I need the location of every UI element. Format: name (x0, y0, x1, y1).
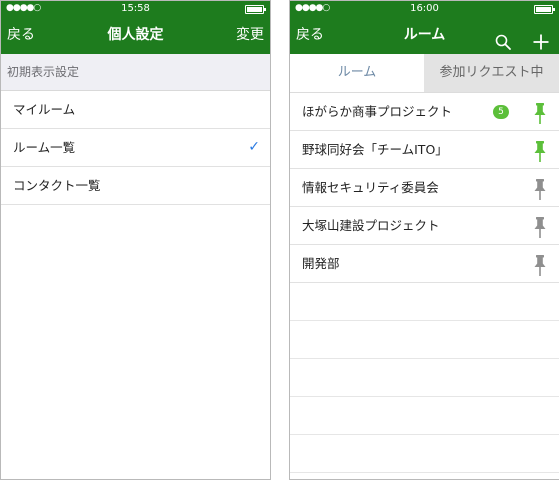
section-header: 初期表示設定 (1, 54, 270, 91)
option-label: コンタクト一覧 (13, 178, 101, 193)
page-title: ルーム (403, 27, 446, 43)
pin-icon[interactable] (533, 139, 547, 162)
empty-row (290, 435, 559, 473)
change-button[interactable]: 変更 (236, 16, 264, 54)
room-list-screen: ●●●●○ 16:00 戻る ルーム ルーム 参加リクエスト中 ほがらか商事プロ… (289, 0, 559, 480)
status-bar: ●●●●○ 15:58 (1, 1, 270, 16)
empty-row (290, 359, 559, 397)
room-name: ほがらか商事プロジェクト (302, 104, 453, 119)
option-row[interactable]: コンタクト一覧 (1, 167, 270, 205)
room-name: 情報セキュリティ委員会 (302, 180, 439, 195)
empty-row (290, 321, 559, 359)
room-name: 開発部 (302, 256, 340, 271)
tab-bar: ルーム 参加リクエスト中 (290, 54, 559, 93)
checkmark-icon: ✓ (248, 139, 260, 155)
option-label: ルーム一覧 (13, 140, 76, 155)
room-row[interactable]: ほがらか商事プロジェクト 5 (290, 93, 559, 131)
unread-badge: 5 (493, 105, 509, 119)
option-row[interactable]: マイルーム (1, 91, 270, 129)
back-button[interactable]: 戻る (7, 16, 35, 54)
room-row[interactable]: 大塚山建設プロジェクト (290, 207, 559, 245)
room-row[interactable]: 情報セキュリティ委員会 (290, 169, 559, 207)
status-time: 15:58 (121, 3, 150, 14)
room-name: 野球同好会「チームITO」 (302, 142, 448, 157)
nav-bar: 戻る 個人設定 変更 (1, 16, 270, 54)
option-row[interactable]: ルーム一覧 ✓ (1, 129, 270, 167)
empty-list-area (290, 283, 559, 473)
nav-bar: 戻る ルーム (290, 16, 559, 54)
room-list: ほがらか商事プロジェクト 5 野球同好会「チームITO」 情報セキュリティ委員会 大塚山… (290, 93, 559, 283)
page-title: 個人設定 (107, 27, 164, 43)
battery-icon (245, 5, 266, 14)
tab-join-requests[interactable]: 参加リクエスト中 (424, 54, 559, 92)
battery-icon (534, 5, 555, 14)
pin-icon[interactable] (533, 253, 547, 276)
pin-icon[interactable] (533, 177, 547, 200)
room-name: 大塚山建設プロジェクト (302, 218, 440, 233)
status-time: 16:00 (410, 3, 439, 14)
back-button[interactable]: 戻る (296, 16, 324, 54)
status-bar: ●●●●○ 16:00 (290, 1, 559, 16)
room-row[interactable]: 開発部 (290, 245, 559, 283)
tab-room[interactable]: ルーム (290, 54, 424, 92)
initial-view-options: マイルームルーム一覧 ✓ コンタクト一覧 (1, 91, 270, 205)
empty-row (290, 283, 559, 321)
room-row[interactable]: 野球同好会「チームITO」 (290, 131, 559, 169)
pin-icon[interactable] (533, 101, 547, 124)
pin-icon[interactable] (533, 215, 547, 238)
settings-screen: ●●●●○ 15:58 戻る 個人設定 変更 初期表示設定 マイルームルーム一覧… (0, 0, 271, 480)
empty-row (290, 397, 559, 435)
option-label: マイルーム (13, 102, 76, 117)
